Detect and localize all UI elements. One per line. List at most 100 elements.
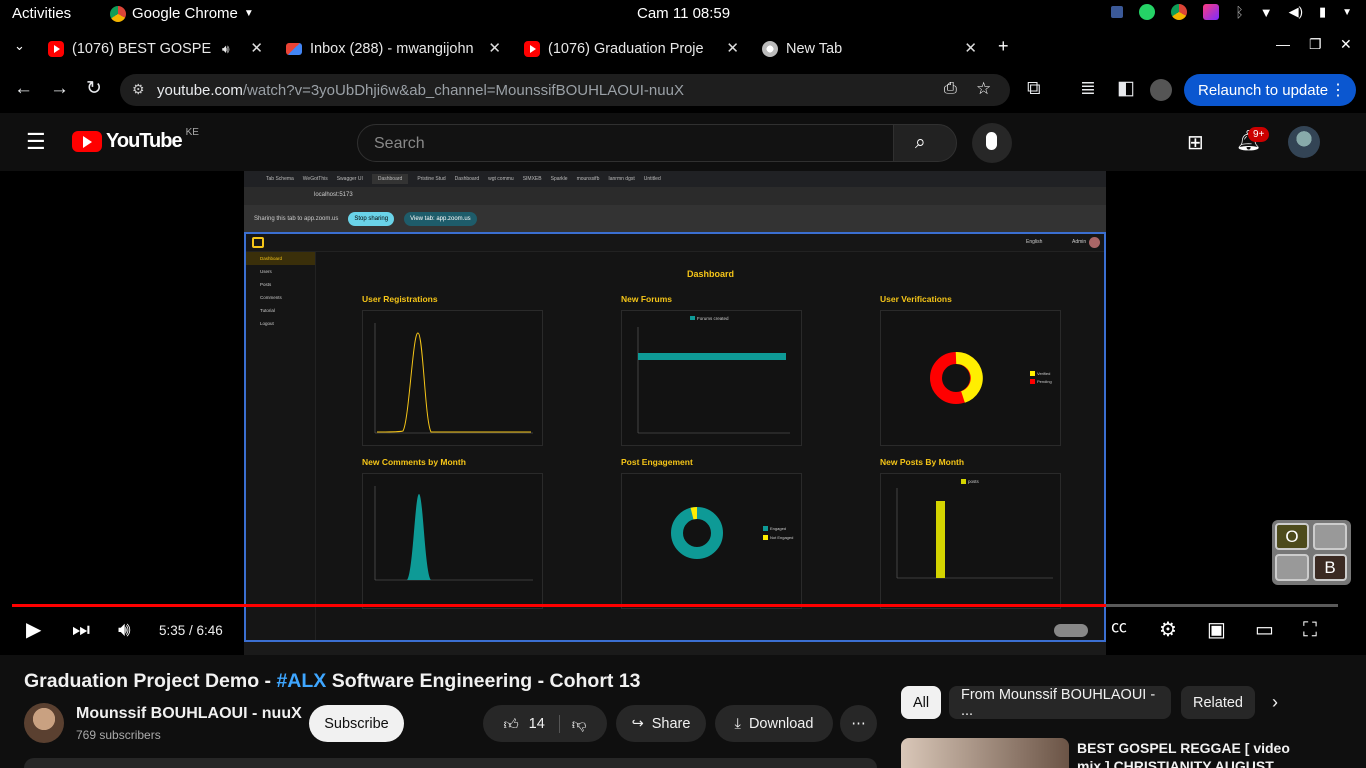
- admin-label: Admin: [1072, 239, 1087, 245]
- chip-related[interactable]: Related: [1181, 686, 1255, 719]
- shared-screen-recording: Tab Schema WeGotThis Swagger UI Dashboar…: [244, 171, 1106, 655]
- browser-toolbar: ← → ↻ ⚙ youtube.com/watch?v=3yoUbDhji6w&…: [0, 67, 1366, 113]
- relaunch-to-update-button[interactable]: Relaunch to update ⋮: [1184, 74, 1356, 106]
- title-hashtag-link[interactable]: #ALX: [276, 670, 326, 692]
- search-input[interactable]: Search: [357, 124, 894, 162]
- widget-cell-empty[interactable]: [1313, 523, 1347, 550]
- recorded-tab: wgt commu: [488, 176, 514, 182]
- activities-button[interactable]: Activities: [12, 5, 71, 22]
- youtube-icon: [524, 41, 540, 57]
- reload-icon[interactable]: ↻: [86, 79, 102, 98]
- wifi-icon[interactable]: ▼: [1260, 5, 1273, 20]
- more-menu-icon[interactable]: ⋮: [1330, 80, 1346, 100]
- power-menu-icon[interactable]: ▼: [1342, 7, 1352, 18]
- media-control-icon[interactable]: ≣: [1080, 79, 1096, 98]
- account-avatar[interactable]: [1288, 126, 1320, 158]
- install-app-icon[interactable]: ⎙: [944, 80, 957, 98]
- minimize-window-icon[interactable]: —: [1276, 36, 1290, 52]
- channel-avatar[interactable]: [24, 703, 64, 743]
- dislike-button[interactable]: 👎︎: [560, 715, 587, 733]
- close-tab-icon[interactable]: ✕: [964, 39, 977, 57]
- recorded-tab: mounssifb: [576, 176, 600, 182]
- extensions-icon[interactable]: ⧉: [1027, 79, 1041, 98]
- recorded-sidebar-item: Users: [260, 269, 272, 274]
- profile-avatar[interactable]: [1150, 79, 1172, 101]
- chip-all[interactable]: All: [901, 686, 942, 719]
- tab-new-tab[interactable]: New Tab ✕: [762, 35, 977, 63]
- fullscreen-icon[interactable]: ⛶: [1303, 620, 1317, 640]
- bluetooth-icon[interactable]: ᛒ: [1235, 4, 1243, 20]
- forums-legend-label: Forums created: [697, 316, 729, 321]
- play-icon[interactable]: ▶: [26, 620, 41, 640]
- captions-icon[interactable]: ㏄: [1111, 620, 1127, 636]
- url-text: youtube.com/watch?v=3yoUbDhji6w&ab_chann…: [157, 82, 684, 99]
- video-player[interactable]: Tab Schema WeGotThis Swagger UI Dashboar…: [0, 171, 1366, 655]
- widget-cell-empty[interactable]: [1275, 554, 1309, 581]
- related-video-title[interactable]: BEST GOSPEL REGGAE [ video mix ] CHRISTI…: [1077, 739, 1297, 768]
- recorded-tab: Tab Schema: [266, 176, 294, 182]
- bookmark-star-icon[interactable]: ☆: [976, 79, 991, 99]
- recorded-tab: Swagger UI: [336, 176, 363, 182]
- more-actions-button[interactable]: ⋯: [840, 705, 877, 742]
- youtube-logo[interactable]: YouTube KE: [72, 127, 199, 153]
- engaged-legend-label: Engaged: [770, 526, 786, 531]
- download-icon: ⤓: [734, 715, 741, 732]
- tab-gospel-video[interactable]: (1076) BEST GOSPEL R 🔊︎ ✕: [48, 35, 263, 63]
- chevron-right-icon[interactable]: ›: [1272, 692, 1278, 713]
- close-tab-icon[interactable]: ✕: [488, 39, 501, 57]
- panel-title: User Verifications: [880, 294, 952, 304]
- floating-widget[interactable]: O B: [1272, 520, 1351, 585]
- subscribe-button[interactable]: Subscribe: [309, 705, 404, 742]
- system-top-bar: Activities Google Chrome ▼ Cam 11 08:59 …: [0, 0, 1366, 27]
- dropbox-icon[interactable]: [1111, 6, 1124, 18]
- back-icon[interactable]: ←: [14, 79, 33, 98]
- chrome-tray-icon[interactable]: [1171, 4, 1188, 20]
- tab-graduation-video[interactable]: (1076) Graduation Proje ✕: [524, 35, 739, 63]
- new-tab-icon[interactable]: +: [998, 36, 1009, 57]
- speaker-icon[interactable]: 🔊︎: [222, 42, 230, 57]
- recorded-sidebar: Dashboard Users Posts Comments Tutorial …: [246, 252, 316, 640]
- app-tray-icon[interactable]: [1203, 4, 1220, 20]
- voice-search-button[interactable]: [972, 123, 1012, 163]
- close-window-icon[interactable]: ✕: [1340, 36, 1352, 53]
- forward-icon[interactable]: →: [50, 79, 69, 98]
- chevron-down-icon: ▼: [243, 8, 254, 19]
- next-video-icon[interactable]: ⏭︎: [72, 620, 90, 640]
- site-info-icon[interactable]: ⚙: [132, 81, 145, 98]
- share-button[interactable]: ↪ Share: [616, 705, 706, 742]
- wgt-logo-icon: [252, 237, 264, 248]
- close-tab-icon[interactable]: ✕: [250, 39, 263, 57]
- create-video-icon[interactable]: ⊞: [1187, 130, 1204, 155]
- channel-name[interactable]: Mounssif BOUHLAOUI - nuuX: [76, 705, 302, 723]
- search-button[interactable]: ⌕: [893, 124, 957, 162]
- restore-window-icon[interactable]: ❐: [1309, 36, 1322, 53]
- relaunch-label: Relaunch to update: [1198, 82, 1329, 99]
- miniplayer-icon[interactable]: ▣: [1207, 620, 1226, 640]
- tab-gmail[interactable]: Inbox (288) - mwangijohn ✕: [286, 35, 501, 63]
- youtube-play-logo-icon: [72, 131, 102, 152]
- like-button[interactable]: 👍︎ 14: [503, 714, 560, 733]
- side-panel-icon[interactable]: ◧: [1117, 79, 1135, 98]
- hamburger-menu-icon[interactable]: ☰: [26, 129, 46, 155]
- autoplay-toggle[interactable]: [1054, 624, 1088, 637]
- widget-cell-b[interactable]: B: [1313, 554, 1347, 581]
- chip-from-channel[interactable]: From Mounssif BOUHLAOUI - ...: [949, 686, 1171, 719]
- settings-gear-icon[interactable]: ⚙: [1159, 620, 1177, 640]
- volume-icon[interactable]: ◀): [1289, 4, 1303, 20]
- battery-icon[interactable]: ▮: [1319, 4, 1326, 20]
- clock[interactable]: Cam 11 08:59: [637, 5, 730, 22]
- user-verifications-chart: Verified Pending: [880, 310, 1061, 446]
- tab-search-chevron-icon[interactable]: ⌄: [14, 38, 25, 54]
- recorded-tab: SIMXEB: [522, 176, 542, 182]
- widget-cell-o[interactable]: O: [1275, 523, 1309, 550]
- volume-icon[interactable]: 🔊︎: [118, 620, 131, 640]
- whatsapp-icon[interactable]: [1139, 4, 1156, 20]
- theater-mode-icon[interactable]: ▭: [1255, 620, 1274, 640]
- app-menu[interactable]: Google Chrome ▼: [110, 5, 254, 22]
- address-bar[interactable]: ⚙ youtube.com/watch?v=3yoUbDhji6w&ab_cha…: [120, 74, 1010, 106]
- related-video-thumbnail[interactable]: [901, 738, 1069, 768]
- recorded-sidebar-item: Comments: [260, 295, 282, 300]
- close-tab-icon[interactable]: ✕: [726, 39, 739, 57]
- description-box[interactable]: [24, 758, 877, 768]
- download-button[interactable]: ⤓ Download: [715, 705, 833, 742]
